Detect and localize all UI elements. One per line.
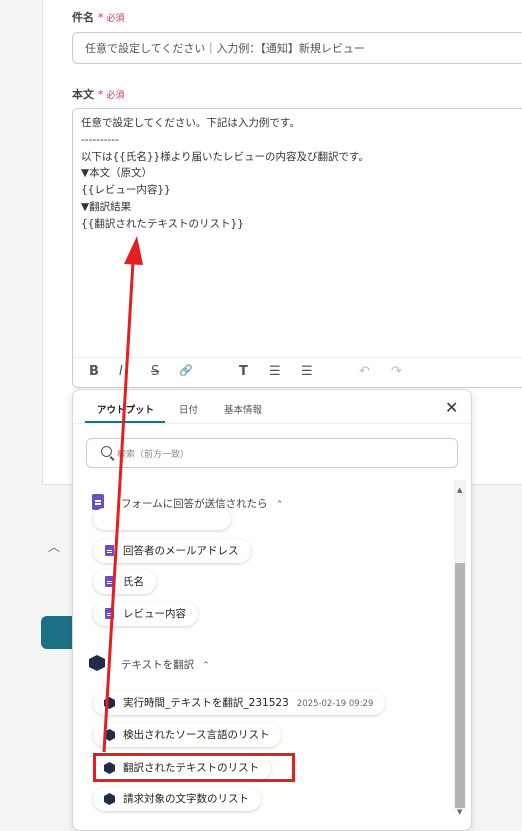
- variable-chip[interactable]: 実行時間_テキストを翻訳_231523 2025-02-19 09:29: [93, 691, 386, 715]
- strikethrough-button[interactable]: S: [151, 364, 159, 379]
- timestamp: 2025-02-19 09:29: [296, 699, 374, 709]
- translate-icon: [89, 655, 105, 671]
- scroll-up-icon[interactable]: ▲: [457, 486, 462, 494]
- chevron-up-icon[interactable]: ⌃: [276, 500, 284, 510]
- bullet-list-icon[interactable]: ☰: [269, 364, 281, 379]
- numbered-list-icon[interactable]: ☰: [301, 364, 313, 379]
- required-badge: * 必須: [98, 88, 125, 101]
- subject-label: 件名 * 必須: [72, 11, 125, 24]
- italic-button[interactable]: I: [119, 364, 123, 379]
- chevron-up-icon[interactable]: ⌃: [202, 661, 210, 671]
- undo-icon[interactable]: ↶: [359, 364, 370, 379]
- bold-button[interactable]: B: [89, 364, 99, 379]
- variable-chip[interactable]: 氏名: [93, 570, 156, 594]
- body-label: 本文 * 必須: [72, 88, 125, 101]
- scrollbar-thumb[interactable]: [455, 563, 465, 808]
- variable-chip[interactable]: 回答者のメールアドレス: [93, 539, 251, 563]
- tab-date[interactable]: 日付: [179, 402, 198, 416]
- tab-basic-info[interactable]: 基本情報: [224, 402, 262, 416]
- search-placeholder: 検索（前方一致）: [117, 450, 190, 460]
- search-icon: [101, 446, 112, 457]
- form-icon: [105, 608, 114, 619]
- translate-icon: [104, 793, 115, 805]
- subject-input[interactable]: 任意で設定してください｜入力例：【通知】新規レビュー: [72, 32, 522, 64]
- section-translate[interactable]: テキストを翻訳 ⌃: [121, 657, 210, 672]
- redo-icon[interactable]: ↷: [391, 364, 402, 379]
- chevron-up-icon[interactable]: ︿: [48, 538, 60, 555]
- translate-icon: [104, 729, 115, 741]
- variable-chip[interactable]: レビュー内容: [93, 602, 198, 626]
- link-icon[interactable]: 🔗: [179, 364, 193, 377]
- scroll-down-icon[interactable]: ▼: [457, 808, 462, 816]
- tab-divider: [73, 423, 471, 424]
- list-item-partial[interactable]: [93, 508, 231, 530]
- variable-chip[interactable]: 請求対象の文字数のリスト: [93, 787, 261, 811]
- editor-toolbar: B I S 🔗 T ☰ ☰ ↶ ↷: [73, 357, 522, 388]
- form-icon: [105, 545, 114, 556]
- form-icon: [105, 576, 114, 587]
- tab-output[interactable]: アウトプット: [97, 402, 154, 416]
- translate-icon: [104, 697, 115, 709]
- highlight-box: [93, 753, 295, 782]
- variable-chip[interactable]: 検出されたソース言語のリスト: [93, 723, 282, 747]
- search-input[interactable]: 検索（前方一致）: [86, 438, 458, 468]
- body-text[interactable]: 任意で設定してください。下記は入力例です。 ---------- 以下は{{氏名…: [81, 115, 369, 233]
- required-badge: * 必須: [98, 11, 125, 24]
- body-textarea[interactable]: 任意で設定してください。下記は入力例です。 ---------- 以下は{{氏名…: [72, 108, 522, 388]
- close-icon[interactable]: ✕: [445, 398, 458, 417]
- text-size-icon[interactable]: T: [239, 364, 248, 379]
